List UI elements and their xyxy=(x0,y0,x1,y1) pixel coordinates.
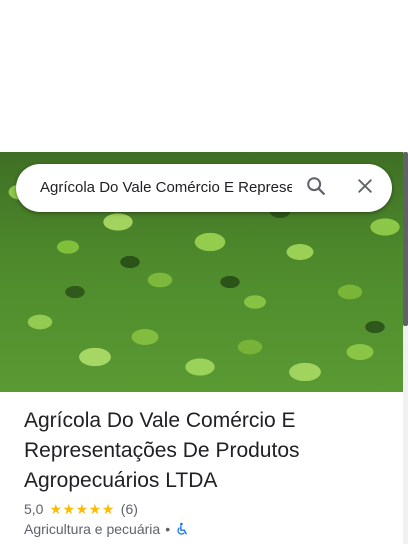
search-icon xyxy=(305,175,327,202)
category-row: Agricultura e pecuária • xyxy=(24,520,189,538)
review-count-link[interactable]: (6) xyxy=(121,501,138,517)
place-category[interactable]: Agricultura e pecuária xyxy=(24,521,160,537)
close-button[interactable] xyxy=(349,172,381,204)
close-icon xyxy=(355,176,375,201)
search-input[interactable]: Agrícola Do Vale Comércio E Represe xyxy=(40,164,292,212)
place-name: Agrícola Do Vale Comércio E Representaçõ… xyxy=(24,409,300,492)
search-button[interactable] xyxy=(300,172,332,204)
separator: • xyxy=(165,521,171,537)
star-icon: ★ xyxy=(101,501,115,517)
star-icon: ★ xyxy=(75,501,89,517)
search-bar[interactable]: Agrícola Do Vale Comércio E Represe xyxy=(16,164,392,212)
star-icon: ★ xyxy=(88,501,102,517)
star-icon: ★ xyxy=(49,501,63,517)
scrollbar-thumb[interactable] xyxy=(403,152,408,326)
maps-place-panel: Agrícola Do Vale Comércio E Represe Agrí… xyxy=(0,0,408,544)
star-icon: ★ xyxy=(62,501,76,517)
rating-value: 5,0 xyxy=(24,501,44,517)
rating-row: 5,0 ★ ★ ★ ★ ★ (6) xyxy=(24,500,138,518)
rating-stars: ★ ★ ★ ★ ★ xyxy=(49,502,114,516)
wheelchair-accessible-icon[interactable] xyxy=(175,522,189,536)
